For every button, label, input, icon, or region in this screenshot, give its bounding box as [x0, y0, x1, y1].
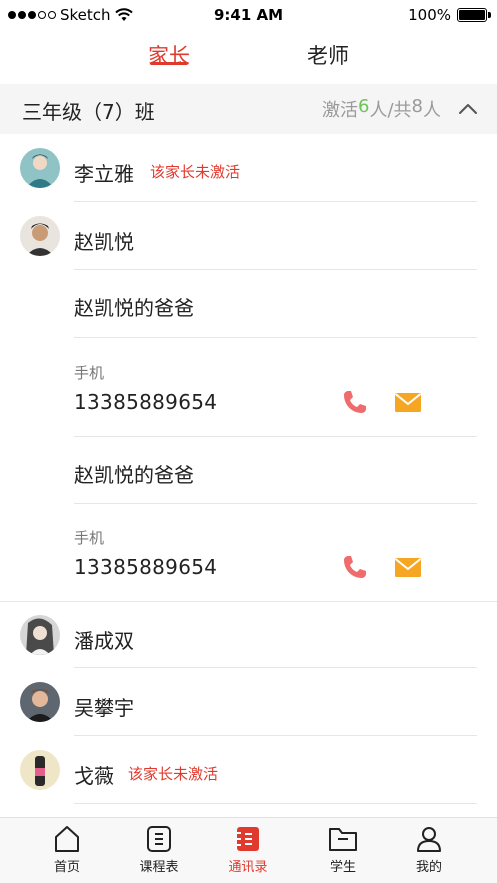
- list-item[interactable]: 赵凯悦: [0, 202, 497, 270]
- phone-label: 手机: [74, 364, 105, 382]
- tabbar-item-home[interactable]: 首页: [32, 824, 102, 875]
- message-icon[interactable]: [394, 388, 422, 416]
- avatar: [20, 682, 60, 722]
- tabbar-label: 首页: [53, 860, 80, 875]
- stats-suffix: 人: [423, 100, 441, 121]
- divider: [74, 436, 477, 437]
- folder-icon: [329, 828, 357, 851]
- inactive-badge: 该家长未激活: [150, 163, 241, 181]
- list-item[interactable]: 李立雅 该家长未激活: [0, 134, 497, 202]
- battery-info: 100%: [408, 6, 491, 24]
- person-icon: [417, 827, 441, 852]
- stats-prefix: 激活: [322, 100, 359, 121]
- parent-name: 潘成双: [74, 629, 134, 653]
- active-tab-indicator: [150, 62, 188, 65]
- class-name: 三年级（7）班: [22, 100, 155, 124]
- total-count: 8: [411, 96, 423, 117]
- tabbar-label: 课程表: [139, 860, 179, 875]
- tabbar-item-students[interactable]: 学生: [308, 824, 378, 875]
- message-icon[interactable]: [394, 553, 422, 581]
- divider: [74, 803, 477, 804]
- phone-label: 手机: [74, 529, 105, 547]
- parent-name: 李立雅: [74, 162, 134, 186]
- stats-mid: 人/共: [369, 100, 412, 121]
- avatar: [20, 148, 60, 188]
- tabbar-item-me[interactable]: 我的: [394, 824, 464, 875]
- avatar: [20, 750, 60, 790]
- activation-stats: 激活 6 人/共 8 人: [322, 96, 441, 122]
- avatar: [20, 615, 60, 655]
- phone-call-icon[interactable]: [341, 553, 369, 581]
- avatar: [20, 216, 60, 256]
- contact-relation: 赵凯悦的爸爸: [74, 463, 194, 487]
- parent-name: 赵凯悦: [74, 230, 134, 254]
- list-item[interactable]: 吴攀宇: [0, 668, 497, 736]
- divider: [74, 503, 477, 504]
- phone-number: 13385889654: [74, 390, 218, 414]
- tabbar-item-schedule[interactable]: 课程表: [124, 824, 194, 875]
- parent-name: 戈薇: [74, 764, 114, 788]
- list-item[interactable]: 潘成双: [0, 602, 497, 668]
- contact-relation: 赵凯悦的爸爸: [74, 296, 194, 320]
- class-group-header[interactable]: 三年级（7）班 激活 6 人/共 8 人: [0, 84, 497, 134]
- battery-icon: [457, 8, 491, 22]
- activated-count: 6: [358, 96, 370, 117]
- divider: [74, 269, 477, 270]
- tab-parents[interactable]: 家长: [109, 40, 229, 70]
- list-item[interactable]: 戈薇 该家长未激活: [0, 736, 497, 804]
- tabbar-label: 我的: [415, 860, 442, 875]
- phone-number: 13385889654: [74, 555, 218, 579]
- divider: [74, 337, 477, 338]
- tab-teachers[interactable]: 老师: [268, 40, 388, 70]
- tabbar-label: 通讯录: [228, 860, 268, 875]
- battery-percent: 100%: [408, 6, 451, 24]
- contacts-icon: [237, 827, 259, 851]
- bottom-tab-bar: 首页 课程表 通讯录 学生 我的: [0, 817, 497, 883]
- schedule-icon: [147, 826, 171, 852]
- parent-name: 吴攀宇: [74, 696, 134, 720]
- home-icon: [55, 826, 79, 852]
- segment-tabs: 家长 老师: [0, 30, 497, 84]
- inactive-badge: 该家长未激活: [128, 765, 219, 783]
- phone-call-icon[interactable]: [341, 388, 369, 416]
- tabbar-item-contacts[interactable]: 通讯录: [213, 824, 283, 875]
- status-bar: Sketch 9:41 AM 100%: [0, 0, 497, 30]
- tabbar-label: 学生: [329, 860, 356, 875]
- chevron-up-icon[interactable]: [457, 98, 479, 120]
